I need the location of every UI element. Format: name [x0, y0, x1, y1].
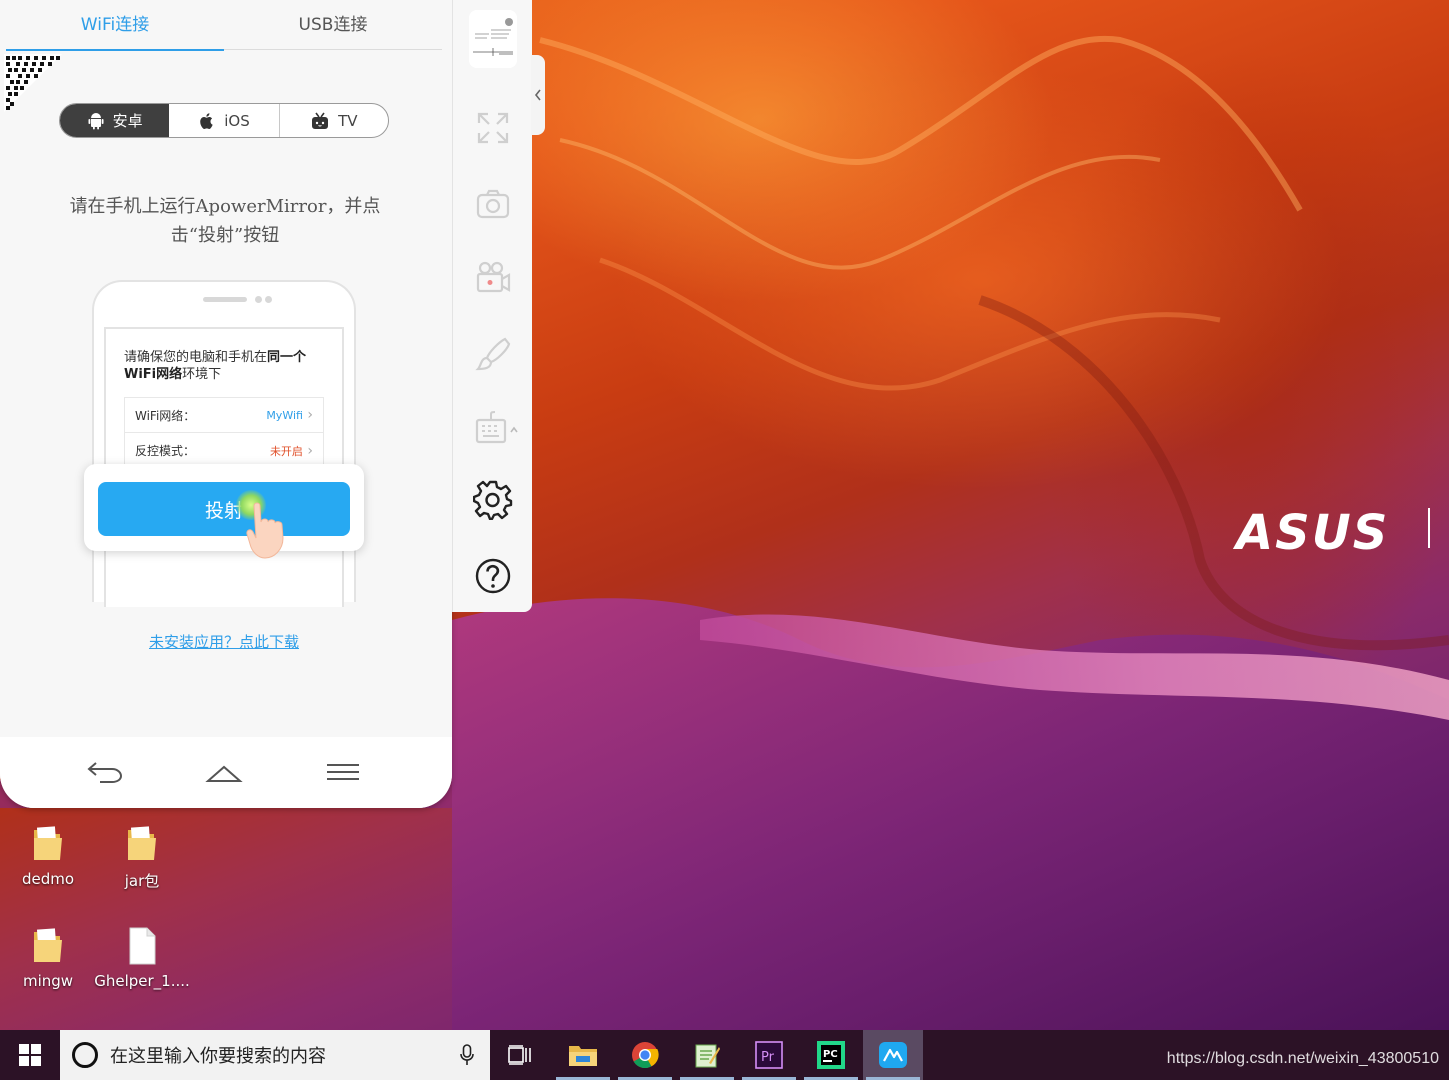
folder-icon — [34, 928, 62, 962]
same-network-notice: 请确保您的电脑和手机在同一个 WiFi网络环境下 — [124, 349, 334, 383]
whiteboard-icon[interactable] — [473, 334, 513, 374]
row-label: 反控模式： — [135, 444, 196, 458]
menu-key-icon[interactable] — [324, 755, 362, 787]
phone-sensor — [255, 296, 262, 303]
wifi-network-row: WiFi网络： MyWifi — [124, 397, 324, 433]
desktop-icon-mingw[interactable]: mingw — [0, 926, 96, 990]
fullscreen-icon[interactable] — [473, 108, 513, 148]
file-icon — [129, 927, 156, 965]
os-option-label: 安卓 — [112, 112, 143, 130]
desktop-icon-label: mingw — [22, 972, 74, 990]
task-view-button[interactable] — [490, 1030, 550, 1080]
chevron-left-icon — [534, 89, 541, 101]
notice-text: 环境下 — [182, 367, 222, 382]
row-value: 未开启 — [270, 443, 313, 459]
collapse-toolbar-button[interactable] — [531, 55, 545, 135]
svg-text:Pr: Pr — [761, 1050, 775, 1065]
tab-wifi-connect[interactable]: WiFi连接 — [6, 0, 224, 51]
svg-text:PC: PC — [823, 1049, 838, 1060]
search-placeholder: 在这里输入你要搜索的内容 — [110, 1046, 326, 1067]
tv-icon — [312, 112, 329, 129]
desktop-icon-label: dedmo — [21, 870, 75, 888]
phone-speaker — [203, 297, 247, 302]
taskbar-search-box[interactable]: 在这里输入你要搜索的内容 — [60, 1030, 490, 1080]
screenshot-icon[interactable] — [473, 184, 513, 224]
keyboard-icon[interactable] — [473, 408, 523, 448]
desktop-icon-ghelper[interactable]: Ghelper_1.... — [94, 926, 190, 990]
os-option-android[interactable]: 安卓 — [60, 104, 170, 137]
cortana-icon — [72, 1042, 98, 1068]
phone-sensor — [265, 296, 272, 303]
microphone-icon[interactable] — [460, 1044, 474, 1066]
connect-instruction: 请在手机上运行ApowerMirror，并点 击“投射”按钮 — [50, 192, 400, 250]
record-icon[interactable] — [473, 258, 513, 298]
connection-tabs: WiFi连接 USB连接 — [6, 0, 442, 51]
taskbar-app-notepad[interactable] — [677, 1030, 737, 1080]
apple-icon — [200, 112, 213, 129]
task-view-icon — [508, 1045, 531, 1065]
os-option-ios[interactable]: iOS — [169, 104, 278, 137]
desktop-icon-label: Ghelper_1.... — [94, 972, 190, 990]
phone-nav-bar — [0, 737, 452, 808]
notice-emphasis: 同一个 — [267, 350, 307, 365]
desktop-icon-jar[interactable]: jar包 — [94, 824, 190, 891]
taskbar-app-apowermirror[interactable] — [863, 1030, 923, 1080]
home-key-icon[interactable] — [205, 755, 243, 787]
chrome-icon — [632, 1042, 659, 1069]
windows-icon — [19, 1044, 41, 1066]
android-icon — [88, 112, 104, 129]
csdn-watermark: https://blog.csdn.net/weixin_43800510 — [1166, 1050, 1439, 1067]
start-button[interactable] — [0, 1030, 60, 1080]
notice-emphasis: WiFi网络 — [124, 367, 183, 382]
taskbar-app-pycharm[interactable]: PC — [801, 1030, 861, 1080]
tab-usb-connect[interactable]: USB连接 — [224, 0, 442, 50]
taskbar-app-file-explorer[interactable] — [553, 1030, 613, 1080]
instruction-line: 请在手机上运行ApowerMirror，并点 — [69, 196, 381, 217]
cast-button: 投射 — [98, 482, 350, 536]
apowermirror-icon — [879, 1042, 907, 1068]
os-option-label: iOS — [224, 111, 250, 130]
logo-divider — [1428, 508, 1430, 548]
desktop-icon-dedmo[interactable]: dedmo — [0, 824, 96, 888]
mirror-toolbar — [452, 0, 532, 612]
notepad-icon — [695, 1044, 720, 1068]
taskbar-app-premiere[interactable]: Pr — [739, 1030, 799, 1080]
phone-illustration: 请确保您的电脑和手机在同一个 WiFi网络环境下 WiFi网络： MyWifi 反… — [92, 280, 356, 607]
settings-icon[interactable] — [473, 480, 513, 520]
taskbar-app-chrome[interactable] — [615, 1030, 675, 1080]
premiere-icon: Pr — [755, 1041, 783, 1069]
hand-pointer-icon — [246, 502, 284, 559]
asus-logo: ASUS — [1236, 505, 1390, 561]
help-icon[interactable] — [473, 556, 513, 596]
avatar-image — [469, 10, 517, 68]
os-option-label: TV — [338, 111, 358, 130]
desktop-icon-label: jar包 — [124, 872, 160, 890]
mirror-connect-panel: WiFi连接 USB连接 安卓 iOS TV 请在手机上运行ApowerMirr… — [0, 0, 452, 808]
qr-code-icon[interactable] — [4, 54, 62, 112]
os-selector: 安卓 iOS TV — [59, 103, 389, 138]
user-avatar[interactable] — [469, 10, 517, 68]
cast-card: 投射 — [84, 464, 364, 551]
back-key-icon[interactable] — [86, 755, 124, 787]
row-value: MyWifi — [266, 407, 313, 423]
folder-icon — [34, 826, 62, 860]
notice-text: 请确保您的电脑和手机在 — [124, 350, 268, 365]
instruction-line: 击“投射”按钮 — [170, 225, 280, 246]
folder-icon — [128, 826, 156, 860]
os-option-tv[interactable]: TV — [278, 104, 388, 137]
pycharm-icon: PC — [817, 1041, 845, 1069]
download-app-link[interactable]: 未安装应用？点此下载 — [0, 631, 448, 652]
file-explorer-icon — [569, 1046, 597, 1066]
row-label: WiFi网络： — [135, 408, 196, 423]
